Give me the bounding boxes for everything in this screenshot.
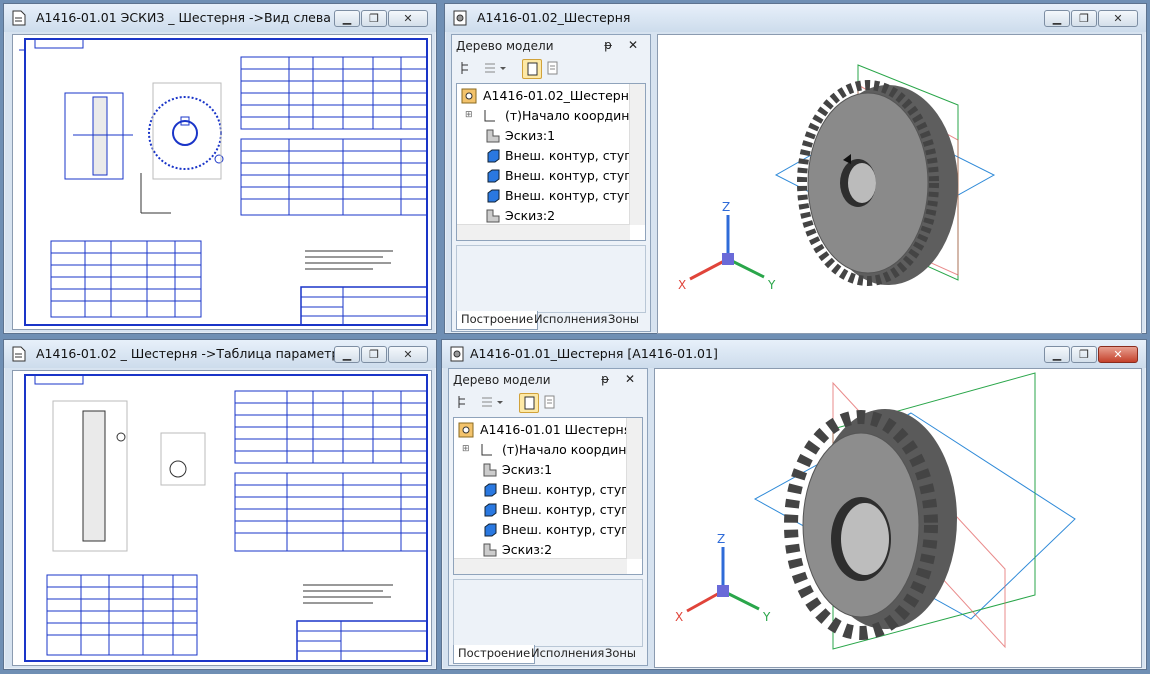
sketch-icon <box>483 463 497 477</box>
tab-variants[interactable]: Исполнения <box>527 645 608 663</box>
properties-icon[interactable] <box>544 59 564 79</box>
3d-viewport[interactable]: Z X Y <box>654 368 1142 668</box>
window-title: А1416-01.02 _ Шестерня ->Таблица парамет… <box>36 346 355 361</box>
tab-zones[interactable]: Зоны <box>604 311 643 329</box>
minimize-button[interactable]: ▁ <box>334 346 360 363</box>
vertical-scrollbar[interactable] <box>626 418 642 559</box>
properties-icon[interactable] <box>541 393 561 413</box>
panel-controls[interactable]: ᵽ ✕ <box>604 38 644 52</box>
maximize-button[interactable]: ❐ <box>1071 10 1097 27</box>
model-tree[interactable]: А1416-01.02_Шестерня (Те ⊞ (т)Начало коо… <box>456 83 646 241</box>
gear-model-view: Z X Y <box>678 64 996 292</box>
title-bar[interactable]: А1416-01.02_Шестерня ▁ ❐ ✕ <box>445 4 1146 32</box>
list-view-icon[interactable] <box>482 59 506 79</box>
model-tree[interactable]: А1416-01.01 Шестерня Сва ⊞ (т)Начало коо… <box>453 417 643 575</box>
gear-model-view: Z X Y <box>675 372 1076 650</box>
model-window-1[interactable]: А1416-01.01_Шестерня [А1416-01.01] ▁ ❐ ✕… <box>441 339 1147 670</box>
3d-viewport[interactable]: Z X Y <box>657 34 1142 334</box>
part-icon <box>453 10 467 26</box>
axis-z-label: Z <box>717 532 725 546</box>
panel-controls[interactable]: ᵽ ✕ <box>601 372 641 386</box>
tree-info-area <box>453 579 643 647</box>
origin-icon <box>484 110 495 122</box>
horizontal-scrollbar[interactable] <box>457 224 630 240</box>
drawing-canvas <box>19 38 428 326</box>
drawing-sheet[interactable] <box>12 34 432 330</box>
origin-icon <box>481 444 492 456</box>
extrude-icon <box>484 503 497 517</box>
part-icon <box>458 422 474 438</box>
close-button[interactable]: ✕ <box>388 346 428 363</box>
tree-structure-icon[interactable] <box>458 59 478 79</box>
tab-build[interactable]: Построение <box>456 311 539 330</box>
tab-variants[interactable]: Исполнения <box>530 311 611 329</box>
axis-x-label: X <box>675 610 683 624</box>
drawing-canvas <box>24 374 428 662</box>
panel-title: Дерево модели <box>453 373 551 387</box>
document-icon <box>12 346 26 362</box>
document-icon <box>12 10 26 26</box>
maximize-button[interactable]: ❐ <box>1071 346 1097 363</box>
drawing-window-2[interactable]: А1416-01.02 _ Шестерня ->Таблица парамет… <box>3 339 437 670</box>
sketch-icon <box>486 209 500 223</box>
title-bar[interactable]: А1416-01.02 _ Шестерня ->Таблица парамет… <box>4 340 436 368</box>
close-button[interactable]: ✕ <box>388 10 428 27</box>
extrude-icon <box>487 149 500 163</box>
part-icon <box>461 88 477 104</box>
list-view-icon[interactable] <box>479 393 503 413</box>
model-tree-panel[interactable]: Дерево модели ᵽ ✕ А1416-01.01 Шестерня С… <box>448 368 648 666</box>
tree-tabs: Построение Исполнения Зоны <box>453 645 643 664</box>
tree-structure-icon[interactable] <box>455 393 475 413</box>
drawing-window-1[interactable]: А1416-01.01 ЭСКИЗ _ Шестерня ->Вид слева… <box>3 3 437 334</box>
tree-tabs: Построение Исполнения Зоны <box>456 311 646 330</box>
model-window-2[interactable]: А1416-01.02_Шестерня ▁ ❐ ✕ Дерево модели… <box>444 3 1147 334</box>
axis-x-label: X <box>678 278 686 292</box>
part-icon <box>450 346 464 362</box>
model-tree-panel[interactable]: Дерево модели ᵽ ✕ А1416-01.02_Шестерня (… <box>451 34 651 332</box>
panel-title: Дерево модели <box>456 39 554 53</box>
drawing-sheet[interactable] <box>12 370 432 666</box>
window-title: А1416-01.01_Шестерня [А1416-01.01] <box>470 346 718 361</box>
extrude-icon <box>484 483 497 497</box>
tab-zones[interactable]: Зоны <box>601 645 640 663</box>
extrude-icon <box>484 523 497 537</box>
sketch-icon <box>486 129 500 143</box>
tree-toolbar <box>456 57 646 83</box>
window-title: А1416-01.01 ЭСКИЗ _ Шестерня ->Вид слева <box>36 10 331 25</box>
sketch-icon <box>483 543 497 557</box>
tree-info-area <box>456 245 646 313</box>
document-view-icon[interactable] <box>522 59 542 79</box>
extrude-icon <box>487 169 500 183</box>
axis-y-label: Y <box>767 278 776 292</box>
close-button[interactable]: ✕ <box>1098 10 1138 27</box>
minimize-button[interactable]: ▁ <box>1044 346 1070 363</box>
maximize-button[interactable]: ❐ <box>361 346 387 363</box>
window-title: А1416-01.02_Шестерня <box>477 10 631 25</box>
minimize-button[interactable]: ▁ <box>334 10 360 27</box>
title-bar[interactable]: А1416-01.01 ЭСКИЗ _ Шестерня ->Вид слева… <box>4 4 436 32</box>
minimize-button[interactable]: ▁ <box>1044 10 1070 27</box>
axis-y-label: Y <box>762 610 771 624</box>
extrude-icon <box>487 189 500 203</box>
tab-build[interactable]: Построение <box>453 645 536 664</box>
expand-icon[interactable]: ⊞ <box>462 444 470 454</box>
tree-toolbar <box>453 391 643 417</box>
vertical-scrollbar[interactable] <box>629 84 645 225</box>
expand-icon[interactable]: ⊞ <box>465 110 473 120</box>
horizontal-scrollbar[interactable] <box>454 558 627 574</box>
title-bar[interactable]: А1416-01.01_Шестерня [А1416-01.01] ▁ ❐ ✕ <box>442 340 1146 368</box>
axis-z-label: Z <box>722 200 730 214</box>
document-view-icon[interactable] <box>519 393 539 413</box>
maximize-button[interactable]: ❐ <box>361 10 387 27</box>
close-button[interactable]: ✕ <box>1098 346 1138 363</box>
